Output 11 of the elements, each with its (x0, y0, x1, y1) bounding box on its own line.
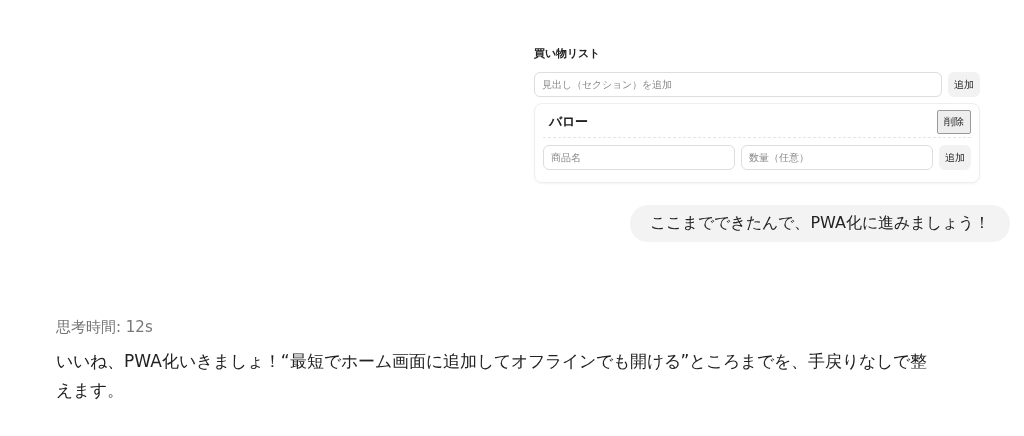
add-button[interactable]: 追加 (948, 72, 980, 97)
thinking-time[interactable]: 思考時間: 12s (56, 318, 1010, 337)
quantity-field[interactable]: 数量（任意） (741, 145, 933, 170)
assistant-message: いいね、PWA化いきましょ！“最短でホーム画面に追加してオフラインでも開ける”ところまでを、手戻りなしで整えます。 (56, 350, 928, 402)
section-heading: バロー (547, 113, 588, 131)
list-title: 買い物リスト (534, 46, 601, 61)
item-name-field[interactable]: 商品名 (543, 145, 735, 170)
section-input-field[interactable]: 見出し（セクション）を追加 (534, 72, 942, 97)
add-button[interactable]: 追加 (939, 145, 971, 170)
delete-button[interactable]: 削除 (937, 110, 971, 134)
user-message: ここまでできたんで、PWA化に進みましょう！ (630, 205, 1010, 242)
